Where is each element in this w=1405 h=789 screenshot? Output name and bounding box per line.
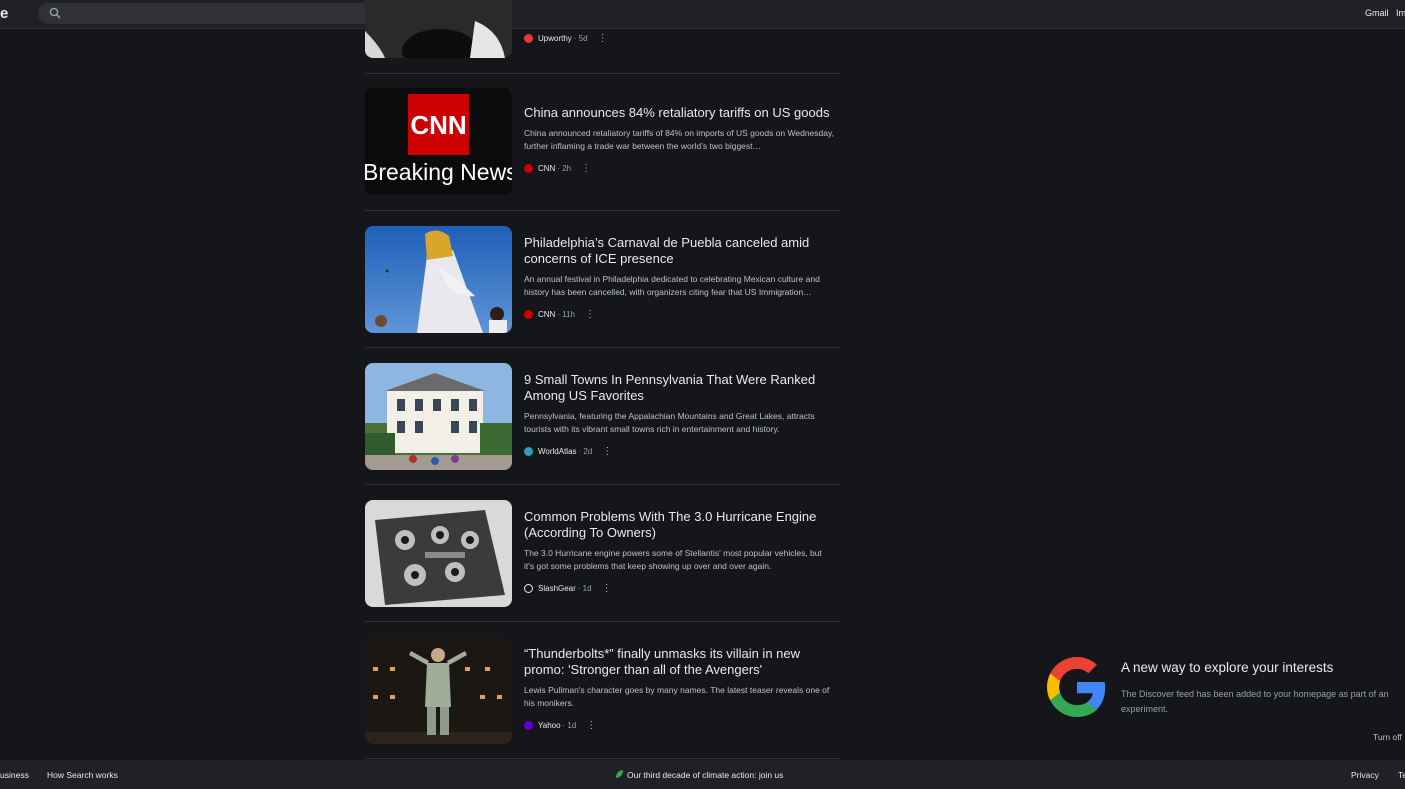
- news-title[interactable]: Common Problems With The 3.0 Hurricane E…: [524, 509, 834, 541]
- gmail-link[interactable]: Gmail: [1365, 8, 1389, 18]
- card-divider: [365, 210, 841, 211]
- news-age: · 5d: [573, 33, 588, 43]
- google-logo[interactable]: e: [0, 5, 8, 22]
- news-meta: CNN · 2h ⋮: [524, 162, 591, 174]
- news-age: · 2h: [557, 163, 572, 173]
- more-options-icon[interactable]: ⋮: [598, 33, 608, 44]
- news-meta: Yahoo · 1d ⋮: [524, 719, 596, 731]
- card-divider: [365, 347, 841, 348]
- news-meta: SlashGear · 1d ⋮: [524, 582, 612, 594]
- terms-link[interactable]: Te: [1398, 770, 1405, 780]
- news-thumbnail[interactable]: [365, 500, 512, 607]
- news-source[interactable]: SlashGear: [538, 584, 576, 593]
- news-title[interactable]: Philadelphia’s Carnaval de Puebla cancel…: [524, 235, 834, 267]
- search-box[interactable]: [38, 3, 426, 24]
- turn-off-button[interactable]: Turn off: [1373, 732, 1402, 742]
- google-g-icon: [1047, 657, 1106, 717]
- discover-promo: A new way to explore your interests The …: [1030, 645, 1405, 760]
- search-icon: [49, 7, 61, 19]
- climate-action-link[interactable]: Our third decade of climate action: join…: [627, 770, 783, 780]
- search-input[interactable]: [68, 5, 378, 22]
- how-search-works-link[interactable]: How Search works: [47, 770, 118, 780]
- news-thumbnail[interactable]: CNN Breaking News: [365, 88, 512, 195]
- promo-title: A new way to explore your interests: [1121, 660, 1334, 675]
- privacy-link[interactable]: Privacy: [1351, 770, 1379, 780]
- more-options-icon[interactable]: ⋮: [602, 583, 612, 594]
- images-link[interactable]: Im: [1396, 8, 1405, 18]
- slashgear-icon: [524, 583, 533, 593]
- news-source[interactable]: CNN: [538, 310, 555, 319]
- news-snippet: An annual festival in Philadelphia dedic…: [524, 274, 820, 297]
- news-title[interactable]: 9 Small Towns In Pennsylvania That Were …: [524, 372, 834, 404]
- more-options-icon[interactable]: ⋮: [586, 720, 596, 731]
- news-age: · 1d: [562, 720, 577, 730]
- news-snippet: Lewis Pullman's character goes by many n…: [524, 685, 830, 708]
- worldatlas-icon: [524, 446, 533, 456]
- upworthy-icon: [524, 33, 533, 43]
- news-thumbnail[interactable]: [365, 637, 512, 744]
- card-divider: [365, 73, 841, 74]
- news-source[interactable]: Yahoo: [538, 721, 561, 730]
- news-age: · 2d: [578, 446, 593, 456]
- breaking-news-text: Breaking News: [365, 159, 512, 185]
- news-meta: Upworthy · 5d ⋮: [524, 32, 608, 44]
- news-source[interactable]: CNN: [538, 164, 555, 173]
- leaf-icon: [616, 770, 623, 778]
- news-thumbnail[interactable]: [365, 363, 512, 470]
- card-divider: [365, 621, 841, 622]
- cnn-logo-text: CNN: [410, 110, 466, 140]
- cnn-icon: [524, 309, 533, 319]
- news-snippet: China announced retaliatory tariffs of 8…: [524, 128, 834, 151]
- footer: usiness How Search works Our third decad…: [0, 760, 1405, 789]
- more-options-icon[interactable]: ⋮: [581, 163, 591, 174]
- news-thumbnail[interactable]: [365, 226, 512, 333]
- card-divider: [365, 758, 841, 759]
- more-options-icon[interactable]: ⋮: [602, 446, 612, 457]
- news-source[interactable]: Upworthy: [538, 34, 572, 43]
- news-snippet: The 3.0 Hurricane engine powers some of …: [524, 548, 822, 571]
- card-divider: [365, 484, 841, 485]
- news-age: · 1d: [577, 583, 592, 593]
- cnn-icon: [524, 163, 533, 173]
- news-source[interactable]: WorldAtlas: [538, 447, 577, 456]
- top-bar: e Gmail Im: [0, 0, 1405, 29]
- news-title[interactable]: “Thunderbolts*” finally unmasks its vill…: [524, 646, 834, 678]
- news-meta: WorldAtlas · 2d ⋮: [524, 445, 612, 457]
- business-link[interactable]: usiness: [0, 770, 29, 780]
- news-meta: CNN · 11h ⋮: [524, 308, 595, 320]
- news-thumbnail[interactable]: [365, 0, 512, 58]
- news-title[interactable]: China announces 84% retaliatory tariffs …: [524, 105, 834, 121]
- promo-body: The Discover feed has been added to your…: [1121, 689, 1389, 714]
- more-options-icon[interactable]: ⋮: [585, 309, 595, 320]
- news-snippet: Pennsylvania, featuring the Appalachian …: [524, 411, 815, 434]
- yahoo-icon: [524, 720, 533, 730]
- news-age: · 11h: [557, 309, 575, 319]
